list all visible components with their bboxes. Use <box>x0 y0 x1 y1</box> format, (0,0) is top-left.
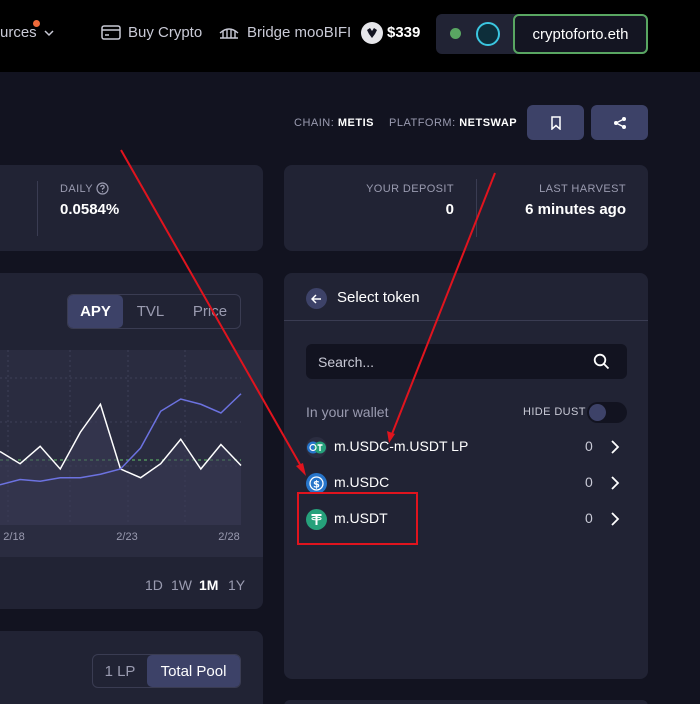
token-balance: 0 <box>585 474 593 490</box>
token-row-usdc-usdt-lp[interactable]: m.USDC-m.USDT LP 0 <box>306 435 627 459</box>
svg-text:$: $ <box>313 479 320 490</box>
chevron-right-icon <box>611 440 620 454</box>
apy-stats-card: DAILY 0.0584% <box>0 165 263 251</box>
search-icon[interactable] <box>593 353 610 370</box>
last-harvest-value: 6 minutes ago <box>525 201 626 218</box>
wallet-avatar <box>476 22 500 46</box>
token-balance: 0 <box>585 510 593 526</box>
range-1d[interactable]: 1D <box>145 577 163 593</box>
beefy-logo-icon <box>361 22 383 44</box>
network-status-dot <box>450 28 461 39</box>
bifi-price: $339 <box>387 24 421 41</box>
help-circle-icon[interactable] <box>96 182 109 195</box>
range-1m[interactable]: 1M <box>199 577 218 593</box>
bridge-moobifi-link[interactable]: Bridge mooBIFI <box>247 24 351 41</box>
your-deposit-value: 0 <box>445 201 454 218</box>
chevron-right-icon <box>611 476 620 490</box>
usdc-usdt-lp-icon <box>306 437 327 458</box>
last-harvest-label: LAST HARVEST <box>539 183 626 195</box>
token-search-box <box>306 344 627 379</box>
toggle-knob <box>589 404 606 421</box>
chain-info: CHAIN: METIS <box>294 117 374 129</box>
buy-crypto-link[interactable]: Buy Crypto <box>128 24 202 41</box>
chevron-down-icon[interactable] <box>44 28 54 38</box>
liquidity-tab-group: 1 LP Total Pool <box>92 654 241 688</box>
token-search-input[interactable] <box>318 344 588 379</box>
card-divider <box>284 320 648 321</box>
tab-total-pool[interactable]: Total Pool <box>147 655 240 687</box>
apy-line-chart: 2/18 2/23 2/28 <box>0 350 242 543</box>
token-name: m.USDC-m.USDT LP <box>334 438 469 454</box>
tab-tvl[interactable]: TVL <box>123 295 178 328</box>
token-balance: 0 <box>585 438 593 454</box>
next-card-edge <box>284 700 648 704</box>
arrow-left-icon <box>311 293 321 304</box>
stat-divider <box>476 179 477 237</box>
stat-divider <box>37 181 38 236</box>
wallet-container: cryptoforto.eth <box>436 14 648 54</box>
tab-1-lp[interactable]: 1 LP <box>93 655 147 687</box>
tab-apy[interactable]: APY <box>68 295 123 328</box>
range-1w[interactable]: 1W <box>171 577 192 593</box>
usdc-icon: $ <box>306 473 327 494</box>
platform-info: PLATFORM: NETSWAP <box>389 117 518 129</box>
select-token-title: Select token <box>337 289 420 306</box>
in-your-wallet-label: In your wallet <box>306 404 389 420</box>
share-icon <box>613 116 626 129</box>
token-name: m.USDC <box>334 474 390 490</box>
x-tick-label: 2/28 <box>218 531 239 543</box>
chevron-right-icon <box>611 512 620 526</box>
x-tick-label: 2/23 <box>116 531 137 543</box>
top-navigation: urces Buy Crypto Bridge mooBIFI $339 cry… <box>0 0 700 72</box>
wallet-address-button[interactable]: cryptoforto.eth <box>513 14 648 54</box>
hide-dust-label: HIDE DUST <box>523 406 586 418</box>
share-button[interactable] <box>591 105 648 140</box>
your-deposit-label: YOUR DEPOSIT <box>366 183 454 195</box>
credit-card-icon <box>101 25 121 40</box>
bridge-icon <box>219 28 239 39</box>
bookmark-icon <box>550 115 561 130</box>
x-tick-label: 2/18 <box>3 531 24 543</box>
daily-label: DAILY <box>60 183 93 195</box>
tab-price[interactable]: Price <box>178 295 242 328</box>
nav-resources-link[interactable]: urces <box>0 20 40 41</box>
daily-value: 0.0584% <box>60 201 120 218</box>
chart-tab-group: APY TVL Price <box>67 294 241 329</box>
back-button[interactable] <box>306 288 327 309</box>
highlight-box <box>297 492 418 545</box>
range-1y[interactable]: 1Y <box>228 577 245 593</box>
hide-dust-toggle[interactable] <box>587 402 627 423</box>
bookmark-button[interactable] <box>527 105 584 140</box>
deposit-stats-card: YOUR DEPOSIT 0 LAST HARVEST 6 minutes ag… <box>284 165 648 251</box>
notification-dot <box>33 20 40 27</box>
